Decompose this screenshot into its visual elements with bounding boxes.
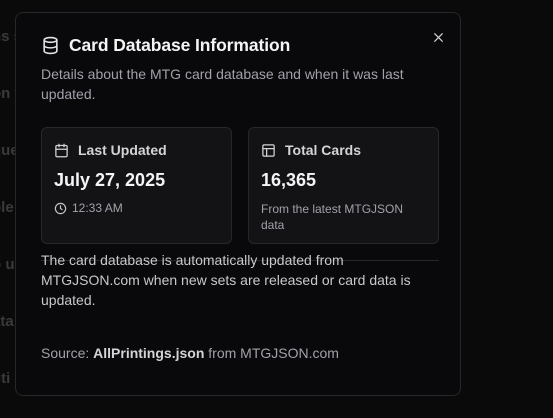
source-line: Source: AllPrintings.json from MTGJSON.c…	[41, 345, 339, 361]
source-file: AllPrintings.json	[93, 345, 205, 361]
close-button[interactable]	[430, 29, 446, 45]
total-cards-count: 16,365	[261, 170, 317, 190]
total-cards-header: Total Cards	[261, 142, 361, 158]
dialog-description: Details about the MTG card database and …	[41, 66, 404, 102]
last-updated-time-row: 12:33 AM	[54, 201, 123, 215]
background-text: ata	[0, 313, 14, 330]
total-cards-label: Total Cards	[285, 142, 361, 158]
last-updated-card: Last Updated July 27, 2025 12:33 AM	[41, 127, 232, 244]
last-updated-time: 12:33 AM	[72, 201, 123, 215]
card-database-dialog: Card Database Information Details about …	[15, 12, 461, 396]
background-text: titi	[0, 370, 11, 387]
total-cards-note: From the latest MTGJSON data	[261, 202, 404, 232]
background-text: ble	[0, 199, 14, 216]
dialog-header: Card Database Information	[41, 35, 290, 56]
source-suffix: from MTGJSON.com	[204, 345, 339, 361]
calendar-icon	[54, 143, 69, 158]
table-icon	[261, 143, 276, 158]
clock-icon	[54, 202, 67, 215]
last-updated-label: Last Updated	[78, 142, 167, 158]
total-cards-card: Total Cards 16,365 From the latest MTGJS…	[248, 127, 439, 244]
last-updated-header: Last Updated	[54, 142, 167, 158]
database-icon	[41, 36, 60, 55]
update-info-text: The card database is automatically updat…	[41, 252, 411, 308]
dialog-title: Card Database Information	[69, 35, 291, 55]
source-prefix: Source:	[41, 345, 94, 361]
background-text: o u	[0, 256, 15, 273]
close-icon	[432, 31, 445, 44]
last-updated-date: July 27, 2025	[54, 170, 166, 190]
